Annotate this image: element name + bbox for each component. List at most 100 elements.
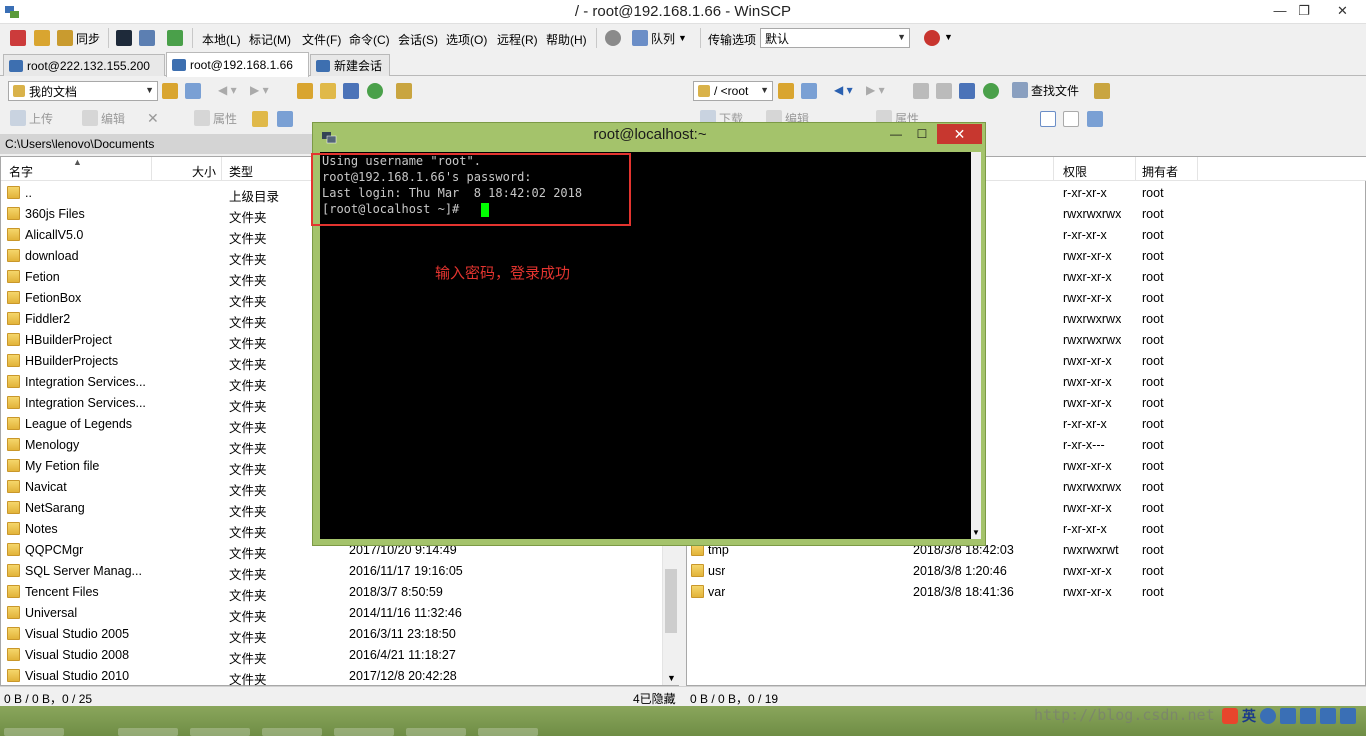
folder-icon xyxy=(7,270,20,283)
menu-item-7[interactable]: 帮助(H) xyxy=(546,31,587,48)
menu-item-5[interactable]: 选项(O) xyxy=(446,31,487,48)
column-rights[interactable]: 权限 xyxy=(1063,163,1087,180)
compare-icon[interactable] xyxy=(34,30,50,46)
home-icon[interactable] xyxy=(959,83,975,99)
forward-icon[interactable]: ▶ ▾ xyxy=(250,83,269,97)
table-row[interactable]: Universal 文件夹 2014/11/16 11:32:46 xyxy=(1,603,661,624)
table-row[interactable]: Tencent Files 文件夹 2018/3/7 8:50:59 xyxy=(1,582,661,603)
open-folder-icon[interactable] xyxy=(162,83,178,99)
select-icon[interactable] xyxy=(277,111,293,127)
putty-minimize-button[interactable]: — xyxy=(883,125,909,143)
local-edit-button[interactable]: 编辑 xyxy=(82,107,125,129)
remote-location-select[interactable]: / <root ▼ xyxy=(693,81,773,101)
close-button[interactable]: ✕ xyxy=(1319,0,1366,22)
local-properties-button[interactable]: 属性 xyxy=(194,107,237,129)
taskbar-app[interactable] xyxy=(406,728,466,736)
forward-icon[interactable]: ▶ ▾ xyxy=(866,83,885,97)
folder-icon xyxy=(7,354,20,367)
taskbar-app[interactable] xyxy=(262,728,322,736)
local-location-select[interactable]: 我的文档 ▼ xyxy=(8,81,158,101)
file-owner: root xyxy=(1142,459,1164,473)
terminal-scrollbar[interactable]: ▼ xyxy=(971,152,981,539)
column-name[interactable]: 名字 xyxy=(9,163,33,180)
folder-icon xyxy=(7,627,20,640)
root-dir-icon[interactable] xyxy=(936,83,952,99)
folder-icon xyxy=(7,522,20,535)
table-row[interactable]: Visual Studio 2005 文件夹 2016/3/11 23:18:50 xyxy=(1,624,661,645)
sort-asc-icon: ▲ xyxy=(73,157,82,167)
microphone-icon[interactable] xyxy=(1280,708,1296,724)
menu-item-3[interactable]: 命令(C) xyxy=(349,31,390,48)
file-type: 文件夹 xyxy=(229,484,267,498)
parent-dir-icon[interactable] xyxy=(913,83,929,99)
menu-item-2[interactable]: 文件(F) xyxy=(302,31,341,48)
taskbar-app[interactable] xyxy=(478,728,538,736)
sogou-icon[interactable] xyxy=(1222,708,1238,724)
gear-icon[interactable] xyxy=(605,30,621,46)
taskbar-app[interactable] xyxy=(190,728,250,736)
emoji-icon[interactable] xyxy=(1260,708,1276,724)
skin-icon[interactable] xyxy=(1320,708,1336,724)
refresh-icon[interactable] xyxy=(367,83,383,99)
chevron-down-icon[interactable]: ▼ xyxy=(944,32,953,42)
table-row[interactable]: usr 2018/3/8 1:20:46 rwxr-xr-x root xyxy=(687,561,1366,582)
wrench-icon[interactable] xyxy=(1340,708,1356,724)
table-row[interactable]: var 2018/3/8 18:41:36 rwxr-xr-x root xyxy=(687,582,1366,603)
back-icon[interactable]: ◀ ▾ xyxy=(834,83,853,97)
table-row[interactable]: Visual Studio 2010 文件夹 2017/12/8 20:42:28 xyxy=(1,666,661,687)
maximize-button[interactable]: ❐ xyxy=(1290,0,1318,22)
putty-icon[interactable] xyxy=(139,30,155,46)
chevron-down-icon[interactable]: ▼ xyxy=(667,673,676,683)
filter-icon[interactable] xyxy=(801,83,817,99)
ime-mode[interactable]: 英 xyxy=(1242,706,1256,726)
properties-icon xyxy=(194,110,210,126)
taskbar-app[interactable] xyxy=(118,728,178,736)
upload-button[interactable]: 上传 xyxy=(10,107,53,129)
column-owner[interactable]: 拥有者 xyxy=(1142,163,1178,180)
filter-icon[interactable] xyxy=(185,83,201,99)
refresh-icon[interactable] xyxy=(167,30,183,46)
find-icon[interactable] xyxy=(396,83,412,99)
taskbar-app[interactable] xyxy=(4,728,64,736)
column-type[interactable]: 类型 xyxy=(229,163,253,180)
file-owner: root xyxy=(1142,228,1164,242)
parent-dir-icon[interactable] xyxy=(297,83,313,99)
putty-close-button[interactable]: ✕ xyxy=(937,124,982,144)
tab-session-1[interactable]: root@222.132.155.200 xyxy=(3,54,165,76)
tab-session-2[interactable]: root@192.168.1.66 xyxy=(166,52,309,77)
keyboard-icon[interactable] xyxy=(1300,708,1316,724)
home-icon[interactable] xyxy=(343,83,359,99)
column-size[interactable]: 大小 xyxy=(192,163,216,180)
terminal-icon[interactable] xyxy=(116,30,132,46)
new-window-icon[interactable] xyxy=(10,30,26,46)
putty-maximize-button[interactable]: ☐ xyxy=(909,125,935,143)
folder-icon xyxy=(7,228,20,241)
transfer-options-select[interactable]: 默认 ▼ xyxy=(760,28,910,48)
find-files-button[interactable]: 查找文件 xyxy=(1012,79,1079,101)
delete-icon[interactable]: ✕ xyxy=(147,110,159,127)
open-folder-icon[interactable] xyxy=(778,83,794,99)
chevron-down-icon[interactable]: ▼ xyxy=(972,528,980,537)
site-icon[interactable] xyxy=(924,30,940,46)
find-icon[interactable] xyxy=(1094,83,1110,99)
root-dir-icon[interactable] xyxy=(320,83,336,99)
scroll-thumb[interactable] xyxy=(665,569,677,633)
menu-item-0[interactable]: 本地(L) xyxy=(202,31,241,48)
menu-item-4[interactable]: 会话(S) xyxy=(398,31,438,48)
minus-icon[interactable] xyxy=(1063,111,1079,127)
table-row[interactable]: Visual Studio 2008 文件夹 2016/4/21 11:18:27 xyxy=(1,645,661,666)
monitor-icon xyxy=(9,59,23,72)
new-folder-icon[interactable] xyxy=(252,111,268,127)
tab-new-session[interactable]: 新建会话 xyxy=(310,54,390,76)
table-row[interactable]: SQL Server Manag... 文件夹 2016/11/17 19:16:0… xyxy=(1,561,661,582)
plus-icon[interactable] xyxy=(1040,111,1056,127)
refresh-icon[interactable] xyxy=(983,83,999,99)
taskbar-app[interactable] xyxy=(334,728,394,736)
menu-item-6[interactable]: 远程(R) xyxy=(497,31,538,48)
sync-button[interactable]: 同步 xyxy=(57,27,100,49)
file-name: SQL Server Manag... xyxy=(25,564,142,578)
queue-button[interactable]: 队列 ▼ xyxy=(632,27,687,49)
menu-item-1[interactable]: 标记(M) xyxy=(249,31,291,48)
back-icon[interactable]: ◀ ▾ xyxy=(218,83,237,97)
filter-icon[interactable] xyxy=(1087,111,1103,127)
